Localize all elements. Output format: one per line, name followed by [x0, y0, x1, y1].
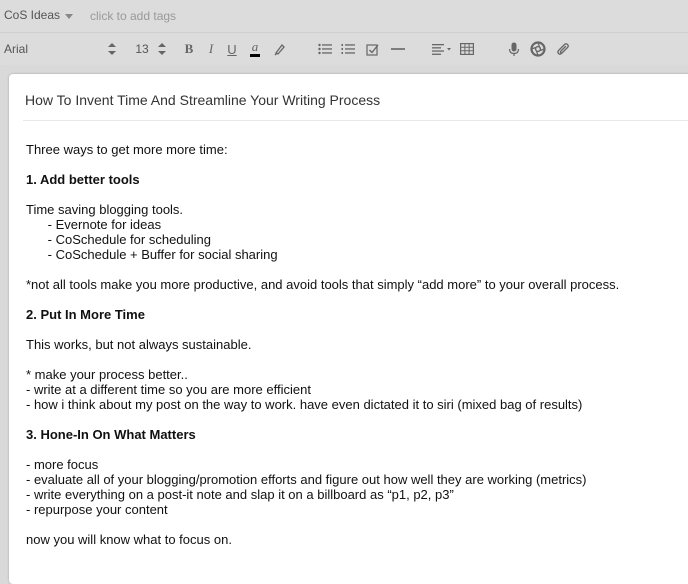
note-line: - more focus: [26, 457, 99, 472]
attach-file-button[interactable]: [555, 33, 571, 65]
note-line: [26, 352, 688, 367]
horizontal-rule-button[interactable]: [390, 33, 406, 65]
note-header: CoS Ideas click to add tags: [0, 0, 688, 32]
text-color-label: a: [251, 39, 259, 54]
underline-button[interactable]: U: [225, 33, 239, 65]
note-title[interactable]: How To Invent Time And Streamline Your W…: [25, 92, 380, 108]
note-line: This works, but not always sustainable.: [26, 337, 252, 352]
microphone-icon: [508, 42, 520, 56]
notebook-selector[interactable]: CoS Ideas: [4, 8, 74, 22]
note-line: - how i think about my post on the way t…: [26, 397, 583, 412]
note-line: [26, 292, 688, 307]
tags-input[interactable]: click to add tags: [90, 9, 176, 23]
font-size-value: 13: [135, 42, 149, 56]
note-line: Three ways to get more more time:: [26, 142, 228, 157]
font-size-select[interactable]: 13: [132, 33, 152, 65]
note-line: - write at a different time so you are m…: [26, 382, 311, 397]
note-line: - evaluate all of your blogging/promotio…: [26, 472, 587, 487]
note-line: - repurpose your content: [26, 502, 168, 517]
aperture-icon: [530, 41, 546, 57]
note-line: [26, 442, 688, 457]
note-heading: 2. Put In More Time: [26, 307, 145, 322]
note-line: - CoSchedule + Buffer for social sharing: [26, 247, 278, 262]
note-line: - CoSchedule for scheduling: [26, 232, 211, 247]
highlighter-button[interactable]: [272, 33, 288, 65]
note-line: [26, 157, 688, 172]
align-left-icon: [432, 43, 451, 55]
note-line: * make your process better..: [26, 367, 188, 382]
highlighter-icon: [274, 44, 285, 56]
numbered-list-button[interactable]: [340, 33, 356, 65]
text-color-button[interactable]: a: [248, 33, 262, 65]
note-line: [26, 187, 688, 202]
numbered-list-icon: [341, 44, 355, 54]
note-line: - Evernote for ideas: [26, 217, 162, 232]
note-line: - write everything on a post-it note and…: [26, 487, 454, 502]
formatting-toolbar: Arial 13 B I U a: [0, 32, 688, 65]
horizontal-rule-icon: [391, 48, 405, 50]
title-divider: [23, 120, 688, 121]
note-line: *not all tools make you more productive,…: [26, 277, 620, 292]
note-body[interactable]: Three ways to get more more time: 1. Add …: [26, 142, 688, 547]
color-swatch: [250, 54, 260, 57]
notebook-name: CoS Ideas: [4, 8, 61, 22]
checkbox-icon: [366, 43, 379, 56]
chevron-down-icon: [65, 13, 74, 19]
alignment-button[interactable]: [431, 33, 453, 65]
note-line: [26, 517, 688, 532]
note-line: [26, 262, 688, 277]
checkbox-button[interactable]: [365, 33, 381, 65]
font-family-stepper[interactable]: [107, 33, 117, 65]
record-audio-button[interactable]: [506, 33, 522, 65]
italic-button[interactable]: I: [204, 33, 218, 65]
table-button[interactable]: [459, 33, 475, 65]
table-icon: [460, 43, 474, 55]
updown-icon: [158, 43, 166, 55]
font-family-select[interactable]: Arial: [4, 33, 104, 65]
note-line: now you will know what to focus on.: [26, 532, 232, 547]
font-family-value: Arial: [4, 42, 29, 56]
note-line: Time saving blogging tools.: [26, 202, 184, 217]
paperclip-icon: [556, 42, 569, 55]
note-editor[interactable]: How To Invent Time And Streamline Your W…: [9, 74, 688, 584]
updown-icon: [108, 43, 116, 55]
bullet-list-icon: [318, 43, 332, 55]
note-heading: 1. Add better tools: [26, 172, 140, 187]
bullet-list-button[interactable]: [317, 33, 333, 65]
note-line: [26, 322, 688, 337]
bold-button[interactable]: B: [182, 33, 196, 65]
camera-button[interactable]: [529, 33, 547, 65]
note-heading: 3. Hone-In On What Matters: [26, 427, 196, 442]
note-line: [26, 412, 688, 427]
font-size-stepper[interactable]: [157, 33, 167, 65]
